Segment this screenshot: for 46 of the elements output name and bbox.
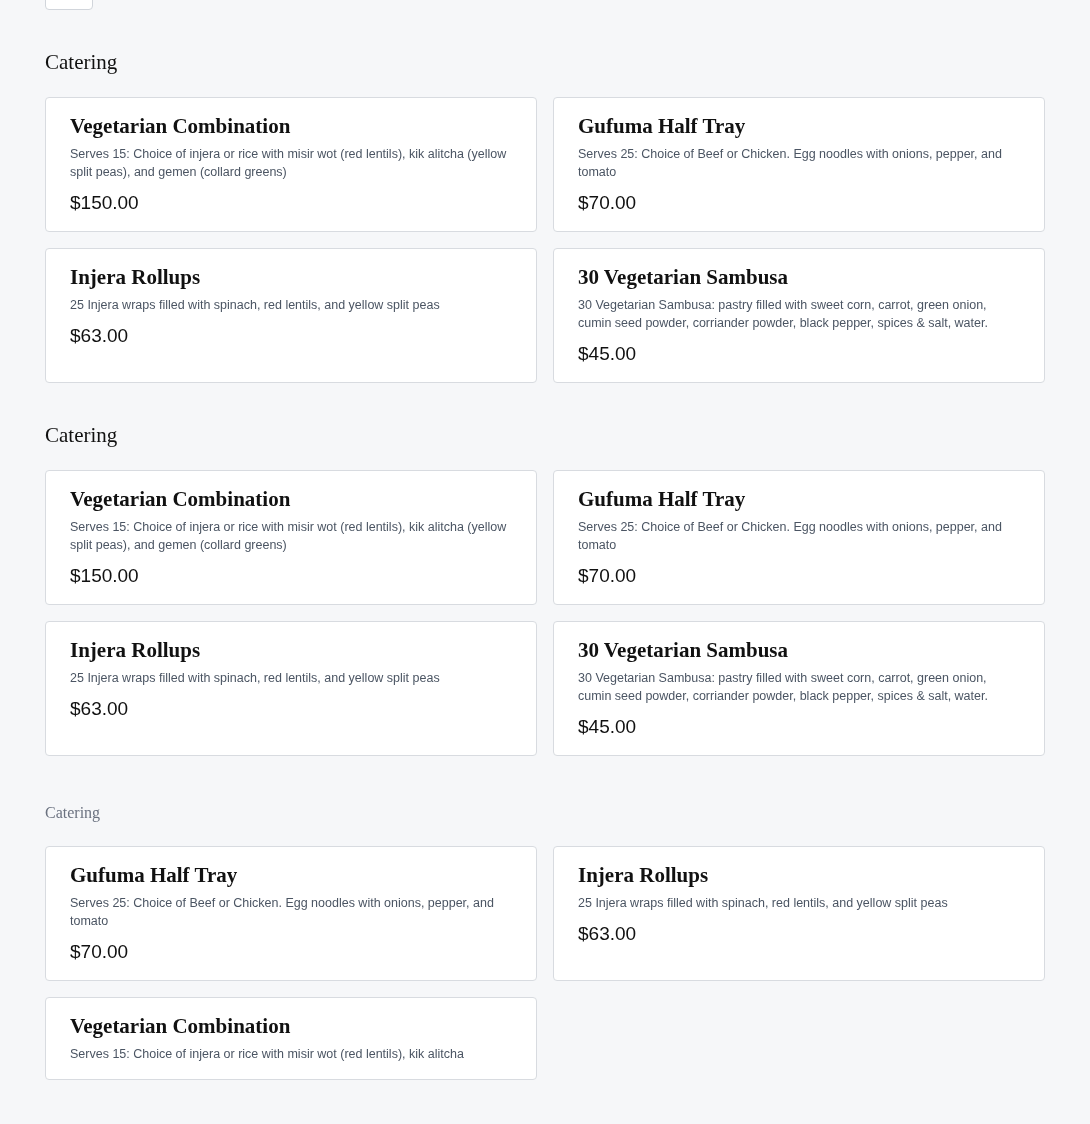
item-title: Injera Rollups: [70, 264, 202, 291]
item-price: $150.00: [70, 191, 140, 215]
menu-item-card[interactable]: 30 Vegetarian Sambusa 30 Vegetarian Sambusa: pastry filled with sweet corn, carrot, green onion, cumin seed powder, corriander powder, black pepper, spices & salt, water. $45.00: [553, 248, 1045, 383]
menu-item-card[interactable]: Injera Rollups 25 Injera wraps filled with spinach, red lentils, and yellow split peas $63.00: [45, 621, 537, 756]
item-price: $63.00: [70, 697, 130, 721]
item-description: 30 Vegetarian Sambusa: pastry filled with sweet corn, carrot, green onion, cumin seed powder, corriander powder, black pepper, spices & salt, water.: [578, 670, 989, 705]
item-title: Gufuma Half Tray: [70, 862, 239, 889]
item-price: $63.00: [578, 922, 638, 946]
item-price: $70.00: [578, 564, 638, 588]
item-price: $70.00: [578, 191, 638, 215]
item-description: 25 Injera wraps filled with spinach, red lentils, and yellow split peas: [70, 670, 441, 687]
section-heading: Catering: [45, 50, 119, 74]
section-heading: Catering: [45, 423, 119, 447]
item-title: Injera Rollups: [578, 862, 710, 889]
item-title: Gufuma Half Tray: [578, 486, 747, 513]
item-price: $150.00: [70, 564, 140, 588]
item-description: 25 Injera wraps filled with spinach, red lentils, and yellow split peas: [70, 297, 441, 314]
menu-item-card[interactable]: Vegetarian Combination Serves 15: Choice of injera or rice with misir wot (red lentils), kik alitcha: [45, 997, 537, 1080]
item-description: Serves 15: Choice of injera or rice with misir wot (red lentils), kik alitcha (yellow split peas), and gemen (collard greens): [70, 519, 508, 554]
menu-item-card[interactable]: Gufuma Half Tray Serves 25: Choice of Beef or Chicken. Egg noodles with onions, pepper, and tomato $70.00: [45, 846, 537, 981]
menu-item-card[interactable]: Injera Rollups 25 Injera wraps filled with spinach, red lentils, and yellow split peas $63.00: [45, 248, 537, 383]
section-heading: Catering: [45, 803, 102, 824]
item-description: 25 Injera wraps filled with spinach, red lentils, and yellow split peas: [578, 895, 949, 912]
item-price: $45.00: [578, 715, 638, 739]
item-description: Serves 15: Choice of injera or rice with misir wot (red lentils), kik alitcha: [70, 1046, 465, 1063]
menu-item-card[interactable]: Vegetarian Combination Serves 15: Choice of injera or rice with misir wot (red lentils), kik alitcha (yellow split peas), and gemen (collard greens) $150.00: [45, 470, 537, 605]
menu-item-card[interactable]: Gufuma Half Tray Serves 25: Choice of Beef or Chicken. Egg noodles with onions, pepper, and tomato $70.00: [553, 470, 1045, 605]
item-description: Serves 25: Choice of Beef or Chicken. Egg noodles with onions, pepper, and tomato: [578, 146, 1003, 181]
item-title: Vegetarian Combination: [70, 113, 292, 140]
item-title: Injera Rollups: [70, 637, 202, 664]
item-price: $70.00: [70, 940, 130, 964]
item-title: 30 Vegetarian Sambusa: [578, 637, 790, 664]
menu-item-card[interactable]: 30 Vegetarian Sambusa 30 Vegetarian Sambusa: pastry filled with sweet corn, carrot, green onion, cumin seed powder, corriander powder, black pepper, spices & salt, water. $45.00: [553, 621, 1045, 756]
menu-item-card[interactable]: Injera Rollups 25 Injera wraps filled with spinach, red lentils, and yellow split peas $63.00: [553, 846, 1045, 981]
item-description: Serves 25: Choice of Beef or Chicken. Egg noodles with onions, pepper, and tomato: [70, 895, 495, 930]
item-price: $45.00: [578, 342, 638, 366]
menu-item-card[interactable]: Vegetarian Combination Serves 15: Choice of injera or rice with misir wot (red lentils), kik alitcha (yellow split peas), and gemen (collard greens) $150.00: [45, 97, 537, 232]
menu-item-card[interactable]: Gufuma Half Tray Serves 25: Choice of Beef or Chicken. Egg noodles with onions, pepper, and tomato $70.00: [553, 97, 1045, 232]
item-description: Serves 25: Choice of Beef or Chicken. Egg noodles with onions, pepper, and tomato: [578, 519, 1003, 554]
item-description: 30 Vegetarian Sambusa: pastry filled with sweet corn, carrot, green onion, cumin seed powder, corriander powder, black pepper, spices & salt, water.: [578, 297, 989, 332]
item-title: Gufuma Half Tray: [578, 113, 747, 140]
item-price: $63.00: [70, 324, 130, 348]
item-description: Serves 15: Choice of injera or rice with misir wot (red lentils), kik alitcha (yellow split peas), and gemen (collard greens): [70, 146, 508, 181]
item-title: Vegetarian Combination: [70, 1013, 292, 1040]
item-title: Vegetarian Combination: [70, 486, 292, 513]
item-title: 30 Vegetarian Sambusa: [578, 264, 790, 291]
